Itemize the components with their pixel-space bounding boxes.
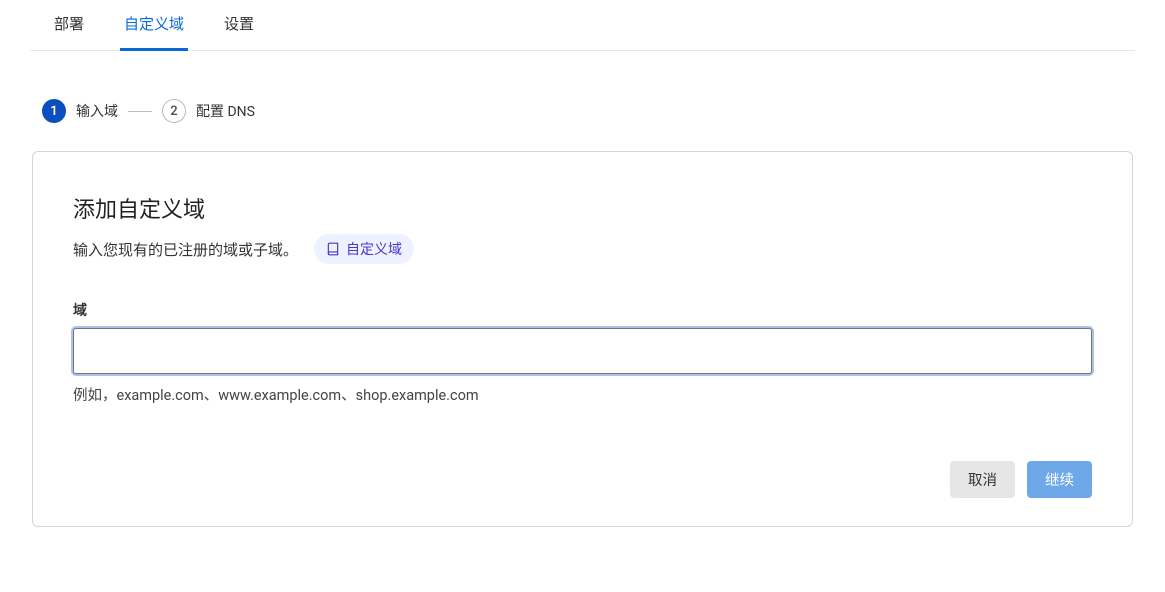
card-description: 输入您现有的已注册的域或子域。 — [73, 239, 298, 260]
button-row: 取消 继续 — [73, 461, 1092, 498]
tab-settings[interactable]: 设置 — [220, 1, 258, 51]
domain-help-text: 例如，example.com、www.example.com、shop.exam… — [73, 384, 1092, 405]
cancel-button[interactable]: 取消 — [950, 461, 1015, 498]
domain-label: 域 — [73, 300, 1092, 320]
book-icon — [326, 242, 340, 256]
step-connector — [128, 111, 152, 112]
tabs-bar: 部署 自定义域 设置 — [30, 0, 1135, 51]
step-1-circle: 1 — [42, 99, 66, 123]
domain-input[interactable] — [73, 328, 1092, 374]
stepper: 1 输入域 2 配置 DNS — [42, 99, 1135, 123]
step-2-label: 配置 DNS — [196, 101, 255, 121]
docs-link[interactable]: 自定义域 — [314, 234, 414, 264]
continue-button[interactable]: 继续 — [1027, 461, 1092, 498]
docs-link-label: 自定义域 — [346, 239, 402, 259]
domain-field: 域 例如，example.com、www.example.com、shop.ex… — [73, 300, 1092, 405]
step-1-label: 输入域 — [76, 101, 118, 121]
card-title: 添加自定义域 — [73, 192, 1092, 224]
step-2-circle: 2 — [162, 99, 186, 123]
add-domain-card: 添加自定义域 输入您现有的已注册的域或子域。 自定义域 域 例如，example… — [32, 151, 1133, 527]
tab-custom-domain[interactable]: 自定义域 — [120, 1, 188, 51]
tab-deploy[interactable]: 部署 — [50, 1, 88, 51]
